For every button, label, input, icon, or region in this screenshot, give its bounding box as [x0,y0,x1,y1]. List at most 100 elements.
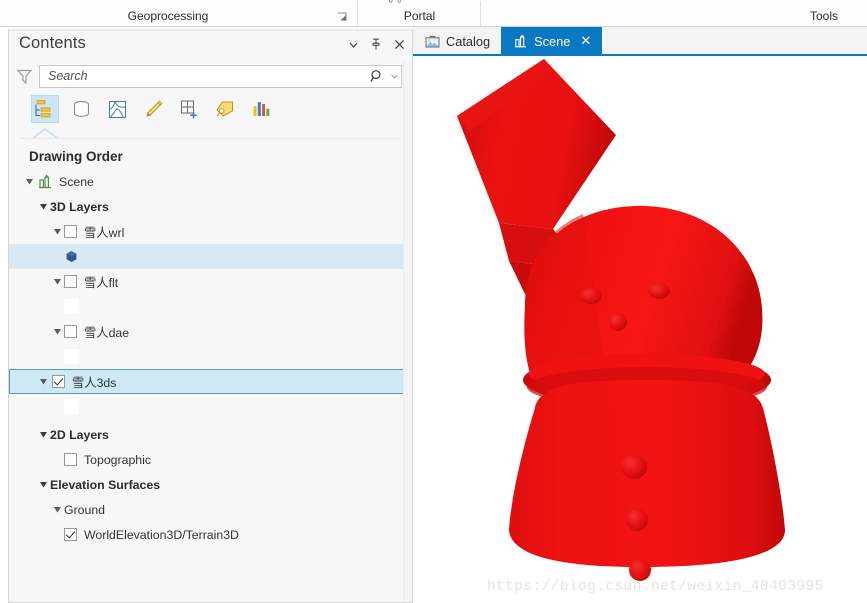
bar-chart-icon [253,101,269,116]
search-box[interactable] [39,64,402,88]
expand-collapse-arrow-icon[interactable] [37,422,50,447]
layer-visibility-checkbox[interactable] [64,275,77,288]
arcgis-pro-window: Geoprocessing y y Portal Tools Contents [0,0,867,603]
layer-visibility-checkbox[interactable] [52,375,65,388]
ribbon-group-label: Geoprocessing [127,9,209,23]
tab-catalog[interactable]: Catalog [413,27,501,56]
expand-collapse-arrow-icon[interactable] [37,369,50,394]
tree-layer-topographic[interactable]: Topographic [9,447,412,472]
watermark-text: https://blog.csdn.net/weixin_40403995 [487,579,824,595]
tree-group-elevation-surfaces[interactable]: Elevation Surfaces [9,472,412,497]
blank-swatch-icon [64,299,79,314]
contents-tree: Drawing Order Scene 3D Layers 雪人wrl 雪人fl… [9,143,412,601]
ribbon-group-tools[interactable]: Tools [790,0,858,26]
scene-icon [36,173,54,191]
scene-view-canvas[interactable]: https://blog.csdn.net/weixin_40403995 [413,56,867,603]
ribbon-group-label: Portal [403,9,436,23]
tree-layer-xueren-dae[interactable]: 雪人dae [9,319,412,344]
tree-layer-label: 雪人dae [84,325,130,340]
page-title: Contents [19,34,86,52]
layer-visibility-checkbox[interactable] [64,453,77,466]
snowman-button-2 [626,509,648,531]
tree-node-label: Scene [59,174,94,189]
tree-node-scene[interactable]: Scene [9,169,412,194]
blank-swatch-icon [64,349,79,364]
tree-layer-label: WorldElevation3D/Terrain3D [84,527,239,542]
ribbon-group-label: Tools [809,9,838,23]
snowman-3d-model [457,59,785,581]
scene-icon [512,34,528,50]
layer-visibility-checkbox[interactable] [64,325,77,338]
snowman-button-1 [621,455,647,479]
tree-layer-label: 雪人wrl [84,225,125,240]
tree-group-label: 2D Layers [50,427,109,442]
expand-collapse-arrow-icon[interactable] [51,269,64,294]
tab-scene[interactable]: Scene ✕ [501,27,603,56]
geoprocessing-dialog-launcher-icon[interactable] [337,12,348,23]
snowman-body [509,380,785,568]
list-by-drawing-order-button[interactable] [31,95,59,123]
tree-layer-xueren-flt[interactable]: 雪人flt [9,269,412,294]
layer-symbol-row[interactable] [9,294,412,319]
ribbon-divider [357,1,358,26]
list-by-data-source-button[interactable] [67,95,95,123]
view-tabstrip: Catalog Scene ✕ [413,27,867,56]
contents-view-toolbar [9,91,412,127]
tree-group-2d-layers[interactable]: 2D Layers [9,422,412,447]
ribbon-divider [480,1,481,26]
contents-panel: Contents Search Drawing Order Scene 3D L… [8,29,413,603]
search-input[interactable] [40,65,366,87]
expand-collapse-arrow-icon[interactable] [37,472,50,497]
layer-symbol-row[interactable] [9,394,412,419]
list-by-selection-button[interactable] [103,95,131,123]
tree-surface-ground[interactable]: Ground [9,497,412,522]
tree-layer-label: Topographic [84,452,151,467]
list-by-editing-button[interactable] [139,95,167,123]
snowman-nose [609,313,627,331]
chevron-down-icon[interactable] [345,36,361,52]
search-row [9,61,412,91]
pin-icon[interactable] [368,36,384,52]
search-icon[interactable] [366,66,388,87]
close-icon[interactable]: ✕ [580,35,591,48]
list-by-labeling-button[interactable] [211,95,239,123]
list-by-snapping-button[interactable] [175,95,203,123]
snowman-button-3 [629,559,651,581]
tree-group-3d-layers[interactable]: 3D Layers [9,194,412,219]
tree-layer-worldelevation3d[interactable]: WorldElevation3D/Terrain3D [9,522,412,547]
tree-layer-label: 雪人3ds [72,375,117,390]
tab-label: Scene [534,34,571,49]
expand-collapse-arrow-icon[interactable] [51,219,64,244]
expand-collapse-arrow-icon[interactable] [37,194,50,219]
close-icon[interactable] [391,36,407,52]
ribbon-strip: Geoprocessing y y Portal Tools [0,0,867,27]
layer-symbol-row[interactable] [9,344,412,369]
pencil-icon [145,99,163,117]
tree-group-label: Elevation Surfaces [50,477,161,492]
tree-layer-label: 雪人flt [84,275,119,290]
layer-visibility-checkbox[interactable] [64,528,77,541]
toolbar-active-indicator [21,127,401,139]
ribbon-group-geoprocessing[interactable]: Geoprocessing [88,0,248,26]
expand-collapse-arrow-icon[interactable] [51,319,64,344]
tree-layer-xueren-wrl[interactable]: 雪人wrl [9,219,412,244]
layer-symbol-row[interactable] [9,244,412,269]
label-tag-icon [216,101,233,117]
contents-panel-scrollbar[interactable] [403,61,412,602]
drawing-order-icon [35,100,51,118]
view-area: Catalog Scene ✕ https://blog.csdn.net/we… [413,27,867,603]
snowman-eye-left [580,288,602,304]
list-by-charts-button[interactable] [247,95,275,123]
blue-3d-marker-icon [64,249,79,264]
search-options-chevron-down-icon[interactable] [388,66,401,87]
filter-funnel-icon[interactable] [9,64,39,88]
catalog-briefcase-icon [424,34,440,50]
selection-polygon-icon [108,100,126,118]
tree-group-label: 3D Layers [50,199,109,214]
expand-collapse-arrow-icon[interactable] [23,169,36,194]
grid-plus-icon [180,100,197,118]
ribbon-group-portal[interactable]: Portal [372,0,467,26]
expand-collapse-arrow-icon[interactable] [51,497,64,522]
tree-layer-xueren-3ds[interactable]: 雪人3ds [9,369,410,394]
layer-visibility-checkbox[interactable] [64,225,77,238]
